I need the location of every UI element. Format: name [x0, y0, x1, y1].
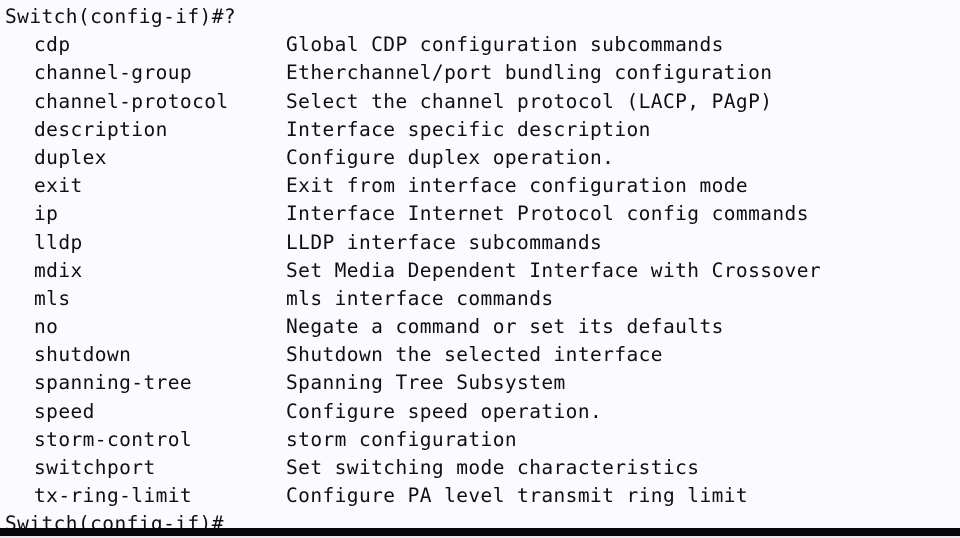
help-command-name: speed — [34, 399, 95, 423]
help-command-description: storm configuration — [286, 427, 518, 451]
help-command-description: Global CDP configuration subcommands — [286, 33, 724, 57]
help-command-name: channel-protocol — [34, 89, 229, 113]
help-command-description: Configure duplex operation. — [286, 145, 615, 169]
help-command-row: exit Exit from interface configuration mo… — [0, 172, 960, 200]
help-command-name: tx-ring-limit — [34, 484, 193, 508]
terminal-output-area[interactable]: Switch(config-if)#? cdp Global CDP config… — [0, 0, 960, 538]
help-command-name: mdix — [34, 258, 83, 282]
help-command-row: channel-protocol Select the channel proto… — [0, 88, 960, 116]
help-command-description: Spanning Tree Subsystem — [286, 371, 566, 395]
help-command-row: channel-group Etherchannel/port bundling … — [0, 59, 960, 87]
help-command-description: Configure speed operation. — [286, 399, 603, 423]
help-command-row: duplex Configure duplex operation. — [0, 144, 960, 172]
help-query-character: ? — [223, 5, 237, 28]
help-command-description: Set switching mode characteristics — [286, 456, 700, 479]
help-command-row: shutdown Shutdown the selected interface — [0, 341, 960, 369]
help-command-name: no — [34, 315, 59, 339]
help-command-name: cdp — [34, 33, 71, 57]
help-command-row: spanning-tree Spanning Tree Subsystem — [0, 369, 960, 397]
help-command-row: tx-ring-limit Configure PA level transmit… — [0, 482, 960, 510]
help-command-row: cdp Global CDP configuration subcommands — [0, 31, 960, 59]
help-command-row: ip Interface Internet Protocol config com… — [0, 200, 960, 228]
help-command-list: cdp Global CDP configuration subcommands c… — [0, 31, 960, 510]
help-command-name: ip — [34, 202, 59, 226]
command-prompt-line: Switch(config-if)#? — [0, 3, 960, 31]
help-command-row: speed Configure speed operation. — [0, 398, 960, 426]
help-command-name: lldp — [34, 230, 83, 254]
help-command-row: description Interface specific descriptio… — [0, 116, 960, 144]
help-command-name: storm-control — [34, 427, 193, 451]
help-command-description: Set Media Dependent Interface with Cross… — [286, 258, 822, 282]
help-command-name: channel-group — [34, 61, 193, 85]
help-command-description: Etherchannel/port bundling configuration — [286, 61, 773, 85]
prompt-label: Switch(config-if)# — [5, 5, 224, 28]
help-command-name: description — [34, 117, 168, 141]
help-command-description: mls interface commands — [286, 286, 554, 310]
help-command-name: spanning-tree — [34, 371, 193, 395]
help-command-description: Interface specific description — [286, 117, 651, 141]
help-command-row: switchport Set switching mode characteris… — [0, 454, 960, 482]
help-command-name: shutdown — [34, 343, 132, 367]
help-command-description: Exit from interface configuration mode — [286, 174, 749, 198]
help-command-row: lldp LLDP interface subcommands — [0, 229, 960, 257]
help-command-row: no Negate a command or set its defaults — [0, 313, 960, 341]
help-command-row: mls mls interface commands — [0, 285, 960, 313]
help-command-description: LLDP interface subcommands — [286, 230, 603, 254]
bottom-black-bar — [0, 528, 960, 536]
help-command-name: mls — [34, 286, 71, 310]
help-command-description: Negate a command or set its defaults — [286, 315, 724, 339]
help-command-row: storm-control storm configuration — [0, 426, 960, 454]
terminal-screen: Switch(config-if)#? cdp Global CDP config… — [0, 0, 960, 538]
help-command-description: Interface Internet Protocol config comma… — [286, 202, 809, 226]
help-command-name: switchport — [34, 456, 156, 479]
help-command-name: duplex — [34, 145, 107, 169]
help-command-description: Select the channel protocol (LACP, PAgP) — [286, 89, 773, 113]
help-command-description: Configure PA level transmit ring limit — [286, 484, 749, 508]
help-command-row: mdix Set Media Dependent Interface with C… — [0, 257, 960, 285]
help-command-description: Shutdown the selected interface — [286, 343, 663, 367]
help-command-name: exit — [34, 174, 83, 198]
